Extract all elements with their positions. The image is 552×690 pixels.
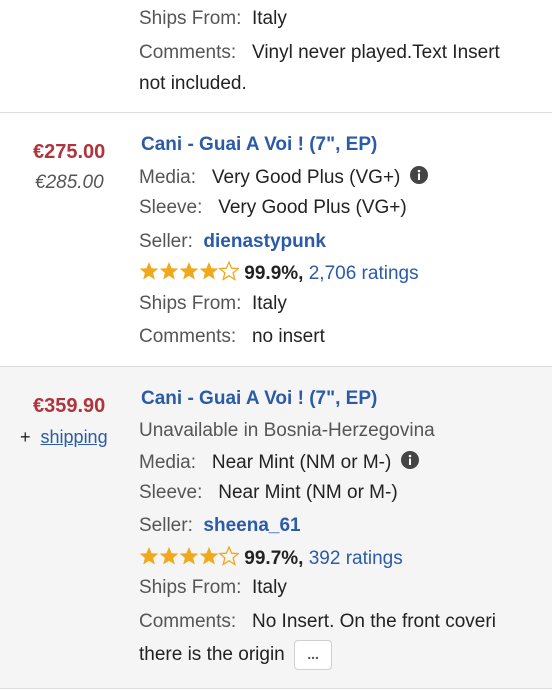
comments-value: no insert	[251, 326, 325, 347]
ships-from-label: Ships From:	[139, 577, 242, 598]
ships-from: Ships From: Italy	[139, 293, 287, 315]
expand-comments-button[interactable]: ...	[294, 640, 333, 670]
ships-from: Ships From: Italy	[139, 577, 287, 599]
sleeve-value: Near Mint (NM or M-)	[218, 482, 398, 503]
comments-value-cont: there is the origin	[139, 644, 285, 666]
rating-stars-icon	[139, 261, 239, 287]
media-label: Media:	[139, 167, 197, 189]
sleeve-label: Sleeve:	[139, 197, 203, 218]
media-condition: Media: Very Good Plus (VG+)	[139, 166, 428, 190]
comments-label: Comments:	[139, 326, 237, 347]
price: €359.90	[33, 395, 106, 417]
seller: Seller: dienastypunk	[139, 231, 326, 253]
sleeve-condition: Sleeve: Very Good Plus (VG+)	[139, 197, 407, 219]
comments: Comments: no insert	[139, 326, 325, 348]
rating-stars-icon	[139, 546, 239, 572]
ratings-count-link[interactable]: 392 ratings	[309, 548, 403, 569]
price: €275.00	[33, 141, 106, 163]
media-condition: Media: Near Mint (NM or M-)	[139, 451, 419, 475]
comments-continued: there is the origin ...	[139, 640, 333, 670]
seller-label: Seller:	[139, 515, 193, 536]
ships-from-value: Italy	[251, 293, 287, 314]
ratings-count-link[interactable]: 2,706 ratings	[309, 263, 419, 284]
shipping-link[interactable]: shipping	[41, 427, 108, 447]
comments-label: Comments:	[139, 42, 237, 63]
info-icon[interactable]	[400, 451, 419, 475]
comments: Comments: No Insert. On the front coveri	[139, 611, 496, 633]
media-value: Near Mint (NM or M-)	[211, 452, 392, 474]
original-price: €285.00	[35, 172, 104, 193]
divider	[0, 688, 552, 689]
rating-percent: 99.7%,	[244, 548, 304, 570]
seller-name-link[interactable]: dienastypunk	[203, 231, 325, 252]
ships-from-value: Italy	[251, 577, 287, 598]
comments-value: No Insert. On the front coveri	[251, 611, 496, 632]
sleeve-value: Very Good Plus (VG+)	[218, 197, 407, 218]
release-title-link[interactable]: Cani - Guai A Voi ! (7", EP)	[141, 134, 377, 156]
ships-from-value: Italy	[251, 8, 287, 29]
shipping-prefix: +	[20, 427, 31, 447]
divider	[0, 366, 552, 367]
comments-value: Vinyl never played.Text Insert	[251, 42, 500, 63]
comments-label: Comments:	[139, 611, 237, 632]
sleeve-label: Sleeve:	[139, 482, 203, 503]
rating-percent: 99.9%,	[244, 263, 304, 285]
availability-notice: Unavailable in Bosnia-Herzegovina	[139, 420, 435, 441]
sleeve-condition: Sleeve: Near Mint (NM or M-)	[139, 482, 398, 504]
ships-from-label: Ships From:	[139, 293, 242, 314]
seller-name-link[interactable]: sheena_61	[203, 515, 300, 536]
divider	[0, 112, 552, 113]
shipping: + shipping	[20, 427, 108, 448]
top-comments-cont: not included.	[139, 73, 247, 94]
info-icon[interactable]	[409, 166, 428, 190]
top-comments: Comments: Vinyl never played.Text Insert	[139, 42, 500, 64]
ships-from-label: Ships From:	[139, 8, 242, 29]
seller-rating: 99.9%, 2,706 ratings	[139, 261, 419, 287]
top-ships-from: Ships From: Italy	[139, 8, 287, 30]
seller: Seller: sheena_61	[139, 515, 301, 537]
media-value: Very Good Plus (VG+)	[211, 167, 401, 189]
media-label: Media:	[139, 452, 197, 474]
seller-label: Seller:	[139, 231, 193, 252]
seller-rating: 99.7%, 392 ratings	[139, 546, 403, 572]
release-title-link[interactable]: Cani - Guai A Voi ! (7", EP)	[141, 388, 377, 410]
